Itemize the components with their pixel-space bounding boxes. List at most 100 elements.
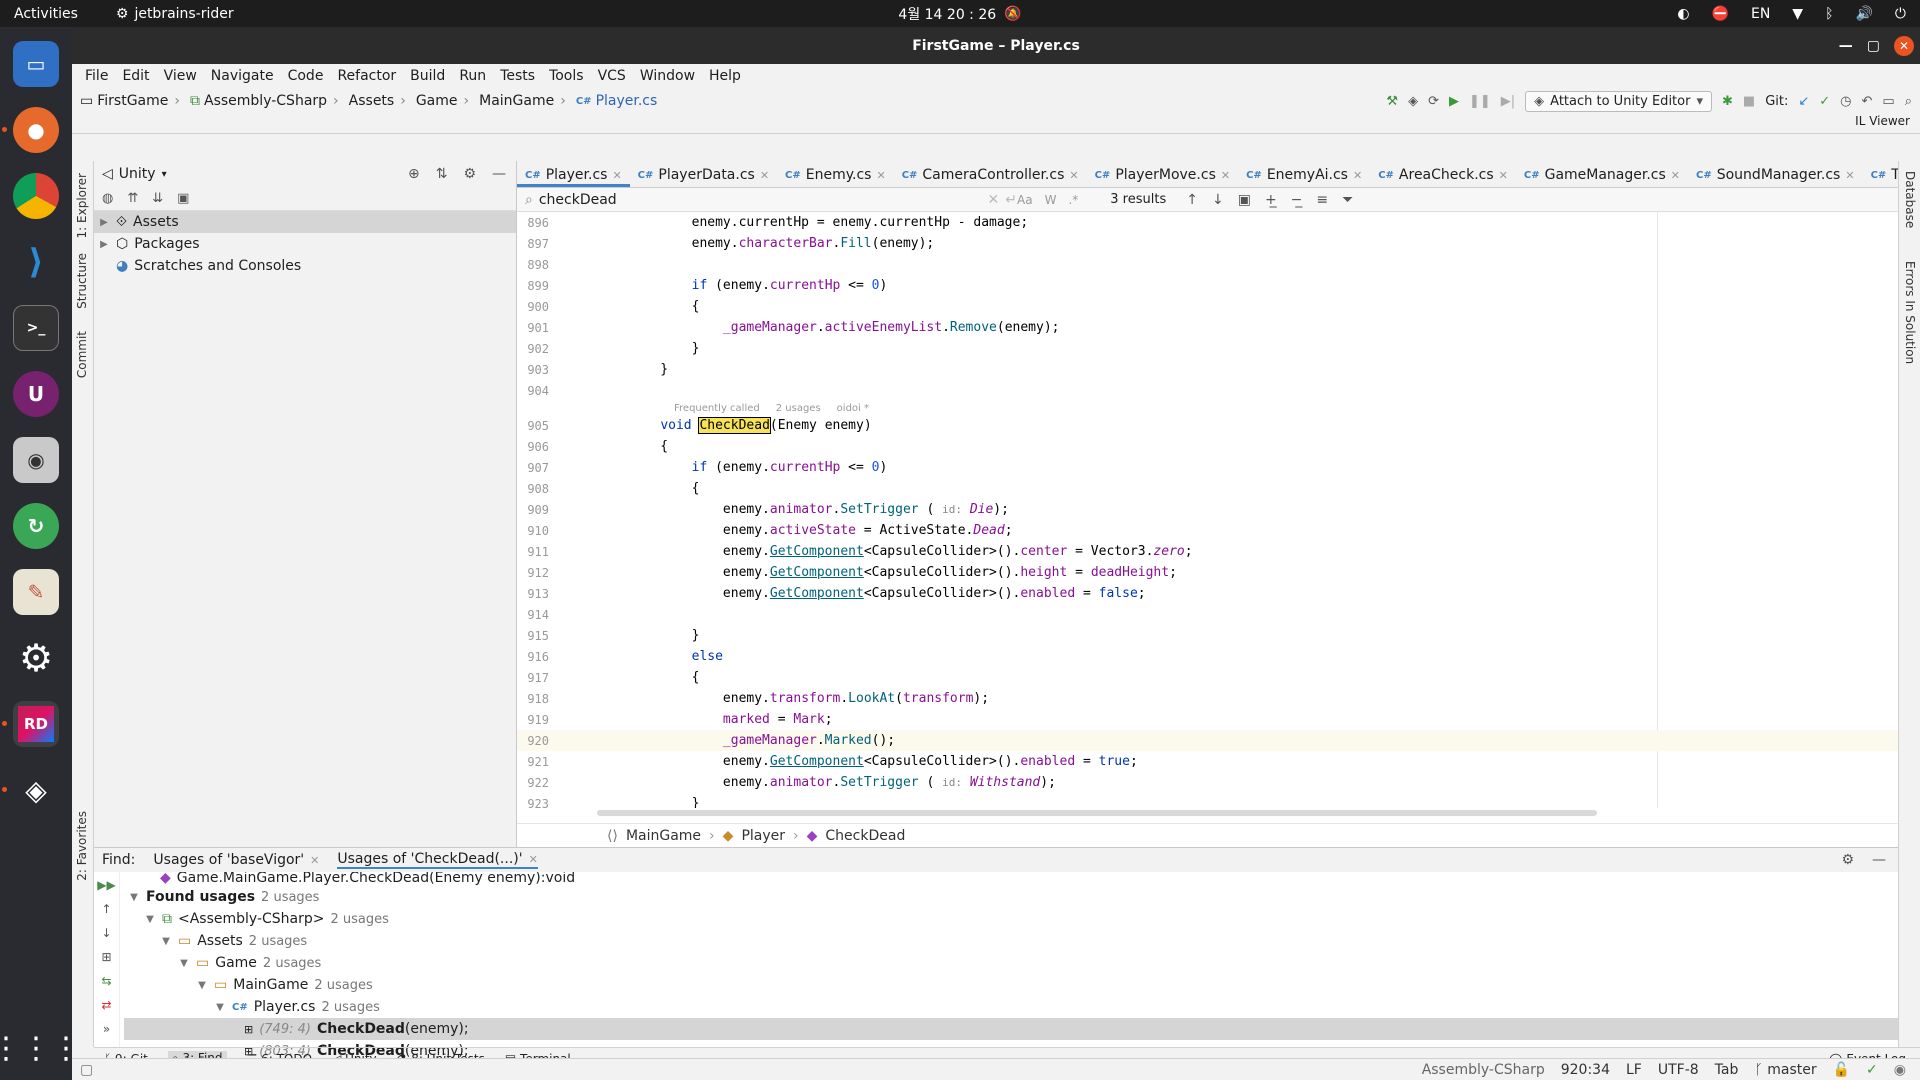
gutter[interactable] [559,583,629,604]
regex-toggle[interactable]: .* [1068,193,1078,207]
menu-vcs[interactable]: VCS [591,68,633,84]
line-number[interactable]: 902 [517,342,559,356]
git-history-icon[interactable]: ◷ [1840,94,1851,109]
find-tab-basevigor[interactable]: Usages of 'baseVigor' ✕ [153,852,319,868]
code-line[interactable]: 923 } [517,793,1920,808]
code-line[interactable]: 898 [517,254,1920,275]
minimize-icon[interactable]: — [1839,38,1853,54]
code-text[interactable]: if (enemy.currentHp <= 0) [629,460,888,475]
collapse-arrow-icon[interactable]: ▼ [160,936,172,947]
git-update-icon[interactable]: ↙ [1798,94,1809,109]
menu-view[interactable]: View [157,68,204,84]
window-titlebar[interactable]: FirstGame – Player.cs — ▢ ✕ [72,27,1920,64]
line-number[interactable]: 916 [517,650,559,664]
menu-run[interactable]: Run [452,68,493,84]
find-tab-checkdead[interactable]: Usages of 'CheckDead(...)' ✕ [337,851,538,869]
gutter[interactable] [559,275,629,296]
inspection-ok-icon[interactable]: ✓ [1866,1062,1878,1078]
code-text[interactable]: } [629,796,700,808]
stop-icon[interactable]: ■ [1743,94,1755,109]
line-number[interactable]: 915 [517,629,559,643]
settings-dock-icon[interactable]: ⚙ [13,635,59,681]
line-number[interactable]: 903 [517,363,559,377]
tree-row-game[interactable]: ▼ ▭ Game 2 usages [124,952,1898,974]
gutter[interactable] [559,212,629,233]
tree-item-packages[interactable]: ▶ ⬡ Packages [94,233,516,255]
filter-icon[interactable]: ⏷ [1342,192,1353,208]
menu-tests[interactable]: Tests [493,68,542,84]
gutter[interactable] [559,436,629,457]
il-viewer-tab[interactable]: IL Viewer [1855,114,1910,133]
more-icon[interactable]: » [103,1022,110,1036]
code-line[interactable]: 906 { [517,436,1920,457]
close-tab-icon[interactable]: ✕ [1221,169,1230,182]
group-icon[interactable]: ⊞ [101,950,111,964]
close-tab-icon[interactable]: ✕ [1499,169,1508,182]
gutter[interactable] [559,233,629,254]
lock-icon[interactable]: 🔓 [1833,1062,1850,1078]
menu-file[interactable]: File [78,68,115,84]
gutter[interactable] [559,688,629,709]
line-number[interactable]: 905 [517,419,559,433]
explorer-view-selector[interactable]: Unity [119,166,156,182]
code-text[interactable]: enemy.GetComponent<CapsuleCollider>().he… [629,565,1177,580]
line-number[interactable]: 921 [517,755,559,769]
tab-gamemanager-cs[interactable]: C# GameManager.cs ✕ [1516,167,1688,187]
line-number[interactable]: 901 [517,321,559,335]
structure-tool-tab[interactable]: Structure [75,253,89,309]
favorites-tool-tab[interactable]: 2: Favorites [75,811,89,881]
close-tab-icon[interactable]: ✕ [529,853,538,866]
code-text[interactable]: { [629,670,700,685]
ubuntu-software-dock-icon[interactable]: U [13,371,59,417]
hide-icon[interactable]: — [492,166,506,182]
code-line[interactable]: 901 _gameManager.activeEnemyList.Remove(… [517,317,1920,338]
code-line[interactable]: 913 enemy.GetComponent<CapsuleCollider>(… [517,583,1920,604]
tab-playermove-cs[interactable]: C# PlayerMove.cs ✕ [1087,167,1239,187]
crumb-class[interactable]: Player [741,828,785,844]
tree-row-player-cs[interactable]: ▼ C# Player.cs 2 usages [124,996,1898,1018]
tree-row-assembly[interactable]: ▼ ⧉ <Assembly-CSharp> 2 usages [124,908,1898,930]
code-line[interactable]: 904 [517,380,1920,401]
line-number[interactable]: 919 [517,713,559,727]
tab-player-cs[interactable]: C# Player.cs ✕ [517,167,630,187]
line-number[interactable]: 923 [517,797,559,809]
whole-word-toggle[interactable]: W [1045,193,1057,207]
code-line[interactable]: 922 enemy.animator.SetTrigger ( id: With… [517,772,1920,793]
gutter[interactable] [559,730,629,751]
status-assembly[interactable]: Assembly-CSharp [1422,1062,1545,1078]
activities-button[interactable]: Activities [0,6,92,22]
clock[interactable]: 4월 14 20 : 26 🔕 [898,4,1021,24]
pause-icon[interactable]: ❚❚ [1469,94,1491,109]
code-vision-usages[interactable]: 2 usages [776,403,821,414]
line-number[interactable]: 913 [517,587,559,601]
line-number[interactable]: 910 [517,524,559,538]
gutter[interactable] [559,625,629,646]
tab-enemy-cs[interactable]: C# Enemy.cs ✕ [777,167,894,187]
code-area[interactable]: 896 enemy.currentHp = enemy.currentHp - … [517,212,1920,808]
breadcrumb-maingame[interactable]: MainGame [458,93,554,109]
line-number[interactable]: 918 [517,692,559,706]
menu-window[interactable]: Window [633,68,702,84]
merge-icon[interactable]: ⇆ [101,974,111,988]
tab-cameracontroller-cs[interactable]: C# CameraController.cs ✕ [894,167,1087,187]
gutter[interactable] [559,338,629,359]
line-number[interactable]: 922 [517,776,559,790]
gutter[interactable] [559,415,629,436]
collapse-all-icon[interactable]: ⇊ [152,191,163,206]
rider-dock-icon[interactable]: RD [2,701,59,747]
commit-tool-tab[interactable]: Commit [75,331,89,378]
menu-tools[interactable]: Tools [542,68,591,84]
gear-icon[interactable]: ⚙ [1841,852,1854,868]
line-number[interactable]: 904 [517,384,559,398]
tree-row-maingame[interactable]: ▼ ▭ MainGame 2 usages [124,974,1898,996]
system-tray[interactable]: ◐ ⛔ EN ▼ ᛒ 🔊 ⏻ [1677,6,1906,22]
code-text[interactable]: void CheckDead(Enemy enemy) [629,417,872,434]
show-apps-icon[interactable]: ⋮⋮⋮ [0,1031,81,1066]
add-occurrence-icon[interactable]: +̲ [1265,192,1277,208]
code-text[interactable]: { [629,481,700,496]
unity-icon[interactable]: ◈ [1408,94,1418,109]
files-dock-icon[interactable]: ▭ [13,41,59,87]
code-line[interactable]: 916 else [517,646,1920,667]
gutter[interactable] [559,751,629,772]
gutter[interactable] [559,709,629,730]
